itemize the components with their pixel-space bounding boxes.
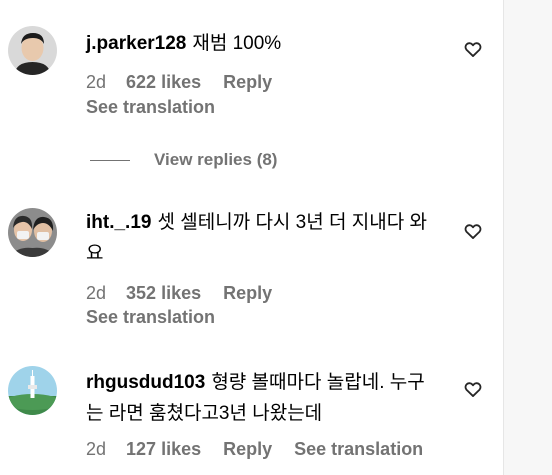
comment-item: j.parker128 재범 100% 2d 622 likes Reply Se…: [0, 0, 503, 150]
avatar[interactable]: [8, 208, 57, 257]
right-scroll-area: [503, 0, 552, 475]
comment-meta: 2d 352 likes Reply: [86, 283, 294, 304]
comment-text: j.parker128 재범 100%: [86, 28, 456, 59]
likes-count[interactable]: 127 likes: [126, 439, 201, 460]
likes-count[interactable]: 352 likes: [126, 283, 201, 304]
comment-meta: 2d 127 likes Reply See translation: [86, 439, 423, 460]
avatar[interactable]: [8, 366, 57, 415]
likes-count[interactable]: 622 likes: [126, 72, 201, 93]
see-translation-link[interactable]: See translation: [86, 307, 215, 328]
username-link[interactable]: iht._.19: [86, 212, 151, 233]
reply-button[interactable]: Reply: [223, 72, 272, 93]
reply-button[interactable]: Reply: [223, 283, 272, 304]
username-link[interactable]: rhgusdud103: [86, 372, 205, 393]
view-replies-button[interactable]: View replies (8): [90, 150, 277, 170]
like-heart-icon[interactable]: [463, 39, 483, 59]
username-link[interactable]: j.parker128: [86, 33, 186, 54]
avatar-tower-icon: [8, 366, 57, 415]
comment-time: 2d: [86, 283, 107, 303]
view-replies-label: View replies (8): [154, 150, 278, 169]
like-heart-icon[interactable]: [463, 379, 483, 399]
like-heart-icon[interactable]: [463, 221, 483, 241]
replies-divider: [90, 159, 130, 161]
comment-text: rhgusdud103 형량 볼때마다 놀랍네. 누구는 라면 훔쳤다고3년 나왔…: [86, 367, 431, 429]
see-translation-link[interactable]: See translation: [86, 97, 215, 118]
comment-meta: 2d 622 likes Reply: [86, 72, 294, 93]
comment-text: iht._.19 셋 셀테니까 다시 3년 더 지내다 와요: [86, 207, 431, 269]
comment-item: rhgusdud103 형량 볼때마다 놀랍네. 누구는 라면 훔쳤다고3년 나왔…: [0, 355, 503, 475]
reply-button[interactable]: Reply: [223, 439, 272, 460]
comment-content: 재범 100%: [192, 33, 282, 54]
comment-item: iht._.19 셋 셀테니까 다시 3년 더 지내다 와요 2d 352 lik…: [0, 190, 503, 340]
see-translation-link[interactable]: See translation: [294, 439, 423, 460]
comment-time: 2d: [86, 439, 107, 459]
avatar[interactable]: [8, 26, 57, 75]
comment-time: 2d: [86, 72, 107, 92]
avatar-man-icon: [8, 26, 57, 75]
avatar-two-people-icon: [8, 208, 57, 257]
